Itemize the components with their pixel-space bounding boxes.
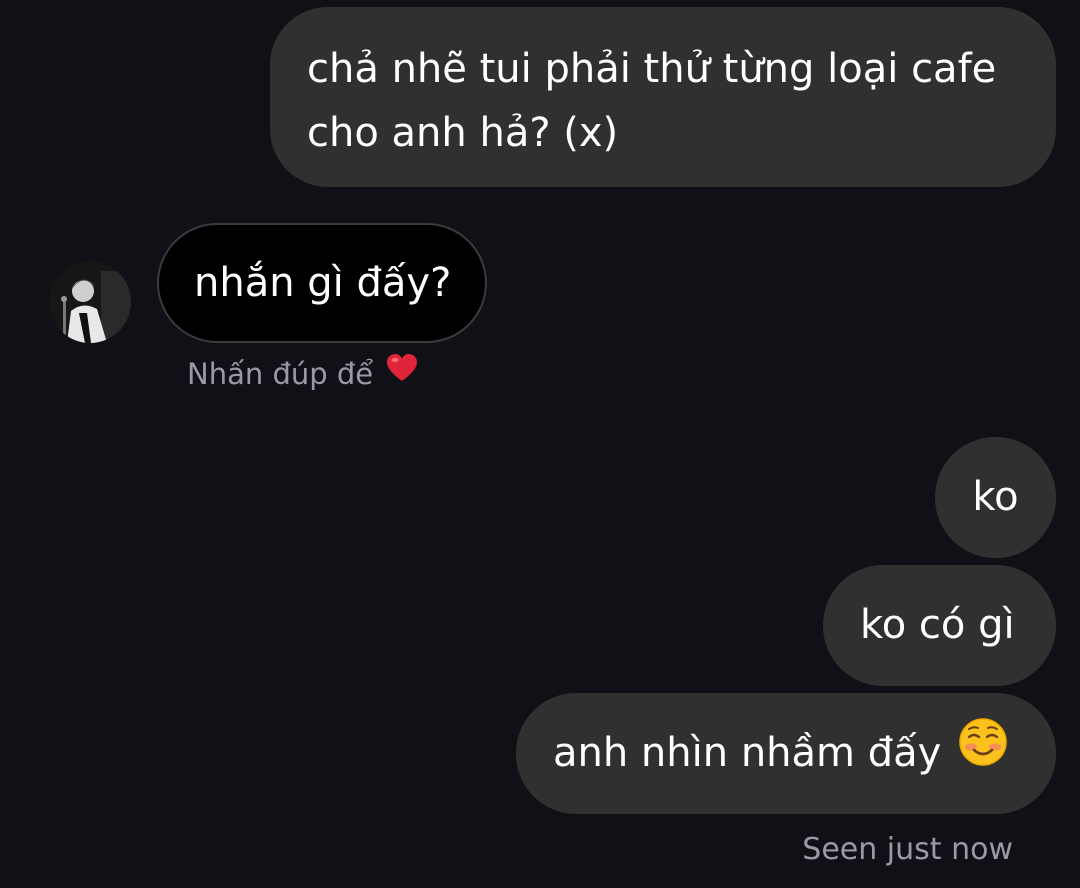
- sent-message-bubble[interactable]: anh nhìn nhầm đấy: [516, 693, 1056, 814]
- smiling-blush-emoji-icon: [958, 717, 1008, 786]
- sent-message-bubble[interactable]: ko: [935, 437, 1056, 558]
- heart-icon: [386, 351, 418, 395]
- contact-avatar[interactable]: [49, 261, 131, 343]
- message-text: nhắn gì đấy?: [194, 260, 452, 306]
- sent-message-bubble[interactable]: chả nhẽ tui phải thử từng loại cafe cho …: [270, 7, 1056, 187]
- sent-message-bubble[interactable]: ko có gì: [823, 565, 1056, 686]
- message-text: chả nhẽ tui phải thử từng loại cafe cho …: [307, 46, 997, 156]
- double-tap-to-like-hint: Nhấn đúp để: [187, 352, 418, 396]
- message-text: anh nhìn nhầm đấy: [553, 730, 942, 776]
- message-text: ko: [972, 474, 1019, 520]
- chat-thread: chả nhẽ tui phải thử từng loại cafe cho …: [0, 0, 1080, 888]
- avatar-photo: [49, 261, 131, 343]
- received-message-bubble[interactable]: nhắn gì đấy?: [157, 223, 487, 343]
- seen-status: Seen just now: [802, 832, 1013, 867]
- hint-text: Nhấn đúp để: [187, 357, 374, 391]
- message-text: ko có gì: [860, 602, 1015, 648]
